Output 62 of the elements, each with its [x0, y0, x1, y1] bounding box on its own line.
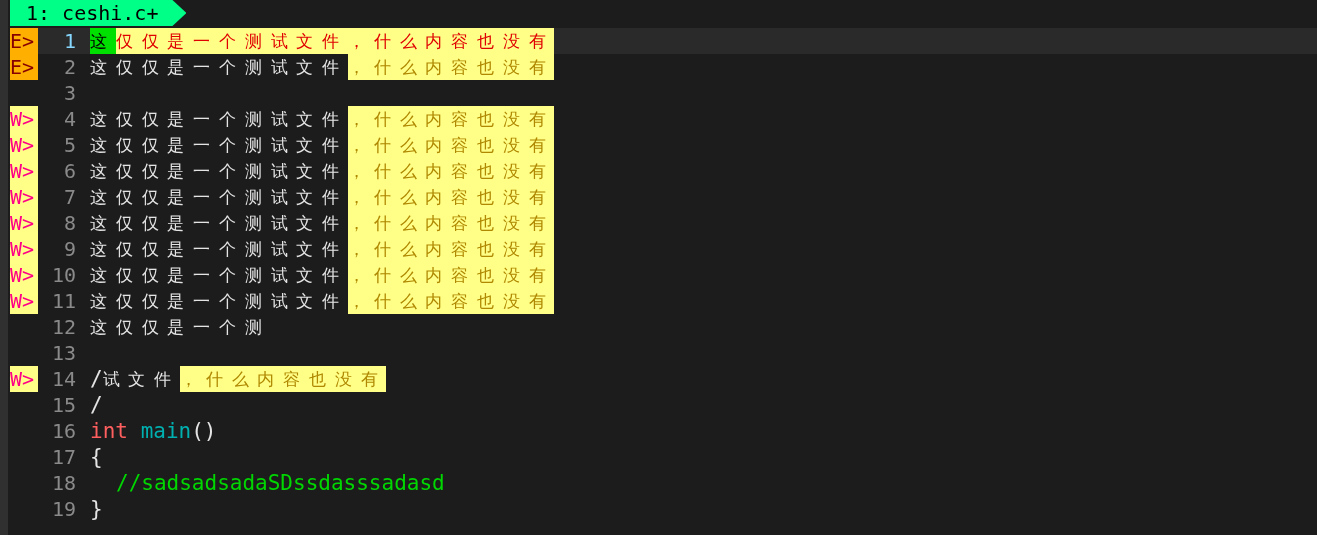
warning-sign: W> [10, 236, 38, 262]
line-number: 17 [50, 445, 76, 469]
highlighted-text: ，什么内容也没有 [348, 158, 555, 184]
warning-sign: W> [10, 132, 38, 158]
error-sign: E> [10, 28, 38, 54]
error-sign: E> [10, 54, 38, 80]
code-text: 这仅仅是一个测试文件 [90, 185, 348, 209]
keyword-text: int [90, 418, 128, 444]
code-text: { [90, 444, 103, 470]
highlighted-text: ，什么内容也没有 [348, 210, 555, 236]
function-name: main [140, 418, 192, 444]
line-number: 14 [50, 367, 76, 391]
line-number: 2 [62, 55, 76, 79]
code-text: / [90, 366, 103, 392]
line-number: 5 [62, 133, 76, 157]
line-number: 9 [62, 237, 76, 261]
warning-sign: W> [10, 106, 38, 132]
line-number: 6 [62, 159, 76, 183]
highlighted-text: ，什么内容也没有 [348, 54, 555, 80]
line-number: 12 [50, 315, 76, 339]
code-text: 试文件 [102, 367, 181, 391]
code-text: 这仅仅是一个测试文件 [90, 263, 348, 287]
warning-sign: W> [10, 210, 38, 236]
line-number: 3 [62, 81, 76, 105]
warning-sign: W> [10, 158, 38, 184]
line-number: 15 [50, 393, 76, 417]
line-number: 19 [50, 497, 76, 521]
highlighted-text: ，什么内容也没有 [348, 106, 555, 132]
highlighted-text: ，什么内容也没有 [348, 288, 555, 314]
warning-sign: W> [10, 262, 38, 288]
line-number: 16 [50, 419, 76, 443]
highlighted-text: ，什么内容也没有 [180, 366, 387, 392]
highlighted-text: ，什么内容也没有 [348, 236, 555, 262]
line-number: 10 [50, 263, 76, 287]
code-text: 这仅仅是一个测试文件 [90, 289, 348, 313]
code-text: () [191, 418, 217, 444]
line-number: 7 [62, 185, 76, 209]
code-text: 这仅仅是一个测试文件 [90, 237, 348, 261]
warning-sign: W> [10, 288, 38, 314]
code-text: 这仅仅是一个测试文件 [90, 133, 348, 157]
code-text: 这仅仅是一个测 [90, 315, 271, 339]
code-text: 这仅仅是一个测试文件 [90, 55, 348, 79]
highlighted-text: 仅仅是一个测试文件，什么内容也没有 [115, 28, 555, 54]
line-number: 13 [50, 341, 76, 365]
warning-sign: W> [10, 366, 38, 392]
code-text: / [90, 392, 103, 418]
line-number: 8 [62, 211, 76, 235]
line-number: 11 [50, 289, 76, 313]
code-comment: //sadsadsadaSDssdasssadasd [116, 470, 445, 496]
line-number: 1 [62, 29, 76, 53]
highlighted-text: ，什么内容也没有 [348, 262, 555, 288]
code-text: } [90, 496, 103, 522]
line-number: 18 [50, 471, 76, 495]
code-text: 这仅仅是一个测试文件 [90, 211, 348, 235]
highlighted-text: ，什么内容也没有 [348, 184, 555, 210]
code-text: 这仅仅是一个测试文件 [90, 159, 348, 183]
line-number: 4 [62, 107, 76, 131]
tab[interactable]: 1: ceshi.c+ [10, 0, 187, 26]
cursor-character: 这 [90, 28, 116, 54]
highlighted-text: ，什么内容也没有 [348, 132, 555, 158]
warning-sign: W> [10, 184, 38, 210]
code-text: 这仅仅是一个测试文件 [90, 107, 348, 131]
